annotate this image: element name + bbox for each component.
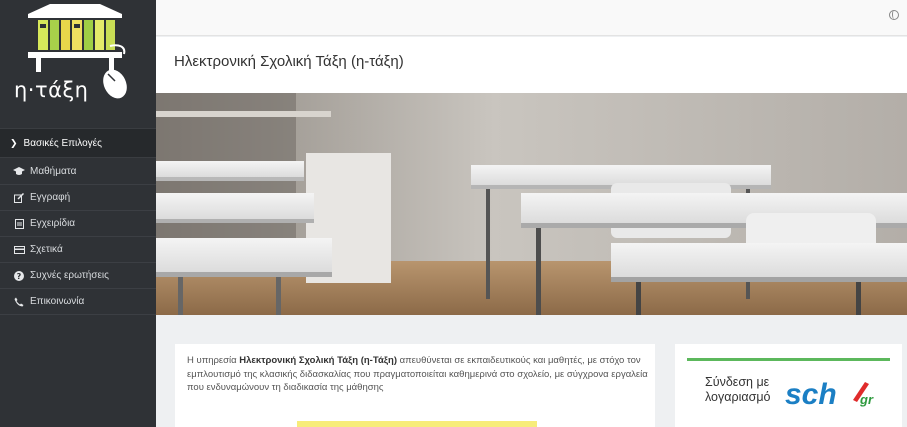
- login-line2: λογαριασμό: [705, 390, 771, 404]
- credit-card-icon: [12, 245, 26, 254]
- question-circle-icon: ?: [12, 270, 26, 281]
- graduation-cap-icon: [12, 167, 26, 176]
- document-icon: [12, 218, 26, 229]
- sidebar-item-manuals[interactable]: Εγχειρίδια: [0, 211, 156, 237]
- top-bar: [156, 0, 907, 36]
- sidebar-menu: Μαθήματα Εγγραφή Εγχειρίδια Σχετικά ? Συ…: [0, 159, 156, 315]
- menu-section-header[interactable]: ❯ Βασικές Επιλογές: [0, 128, 156, 158]
- card-accent-line: [687, 358, 890, 361]
- intro-card: Η υπηρεσία Ηλεκτρονική Σχολική Τάξη (η-Τ…: [175, 344, 655, 427]
- login-line1: Σύνδεση με: [705, 375, 770, 389]
- sidebar-item-label: Μαθήματα: [30, 166, 77, 177]
- sidebar: η·τάξη ❯ Βασικές Επιλογές Μαθήματα Εγγρα…: [0, 0, 156, 427]
- login-card: Σύνδεση με λογαριασμό sch gr: [675, 344, 902, 427]
- chevron-down-icon: ❯: [10, 137, 18, 148]
- intro-text: Η υπηρεσία Ηλεκτρονική Σχολική Τάξη (η-Τ…: [187, 354, 649, 395]
- highlight-bar: [297, 421, 537, 427]
- sidebar-item-contact[interactable]: Επικοινωνία: [0, 289, 156, 315]
- sch-tld-text: gr: [859, 392, 874, 407]
- sidebar-item-about[interactable]: Σχετικά: [0, 237, 156, 263]
- sidebar-item-label: Εγγραφή: [30, 192, 71, 203]
- edit-icon: [12, 192, 26, 203]
- svg-text:?: ?: [17, 272, 22, 281]
- sidebar-item-courses[interactable]: Μαθήματα: [0, 159, 156, 185]
- sidebar-item-faq[interactable]: ? Συχνές ερωτήσεις: [0, 263, 156, 289]
- sch-logo-text: sch: [785, 378, 837, 411]
- page-title: Ηλεκτρονική Σχολική Τάξη (η-τάξη): [174, 53, 404, 70]
- sidebar-item-register[interactable]: Εγγραφή: [0, 185, 156, 211]
- sidebar-item-label: Εγχειρίδια: [30, 218, 76, 229]
- logo-text: η·τάξη: [14, 78, 89, 102]
- sch-gr-logo[interactable]: sch gr: [783, 374, 883, 414]
- phone-icon: [12, 297, 26, 307]
- sch-login-link[interactable]: Σύνδεση με λογαριασμό: [705, 375, 770, 405]
- sidebar-item-label: Σχετικά: [30, 244, 63, 255]
- menu-section-label: Βασικές Επιλογές: [23, 137, 102, 149]
- sidebar-item-label: Συχνές ερωτήσεις: [30, 270, 109, 281]
- hero-classroom-image: [156, 93, 907, 315]
- sidebar-item-label: Επικοινωνία: [30, 296, 85, 307]
- globe-icon[interactable]: [889, 10, 899, 20]
- intro-prefix: Η υπηρεσία: [187, 355, 240, 366]
- page-header: Ηλεκτρονική Σχολική Τάξη (η-τάξη): [156, 37, 907, 93]
- service-name: Ηλεκτρονική Σχολική Τάξη (η-Τάξη): [239, 355, 397, 366]
